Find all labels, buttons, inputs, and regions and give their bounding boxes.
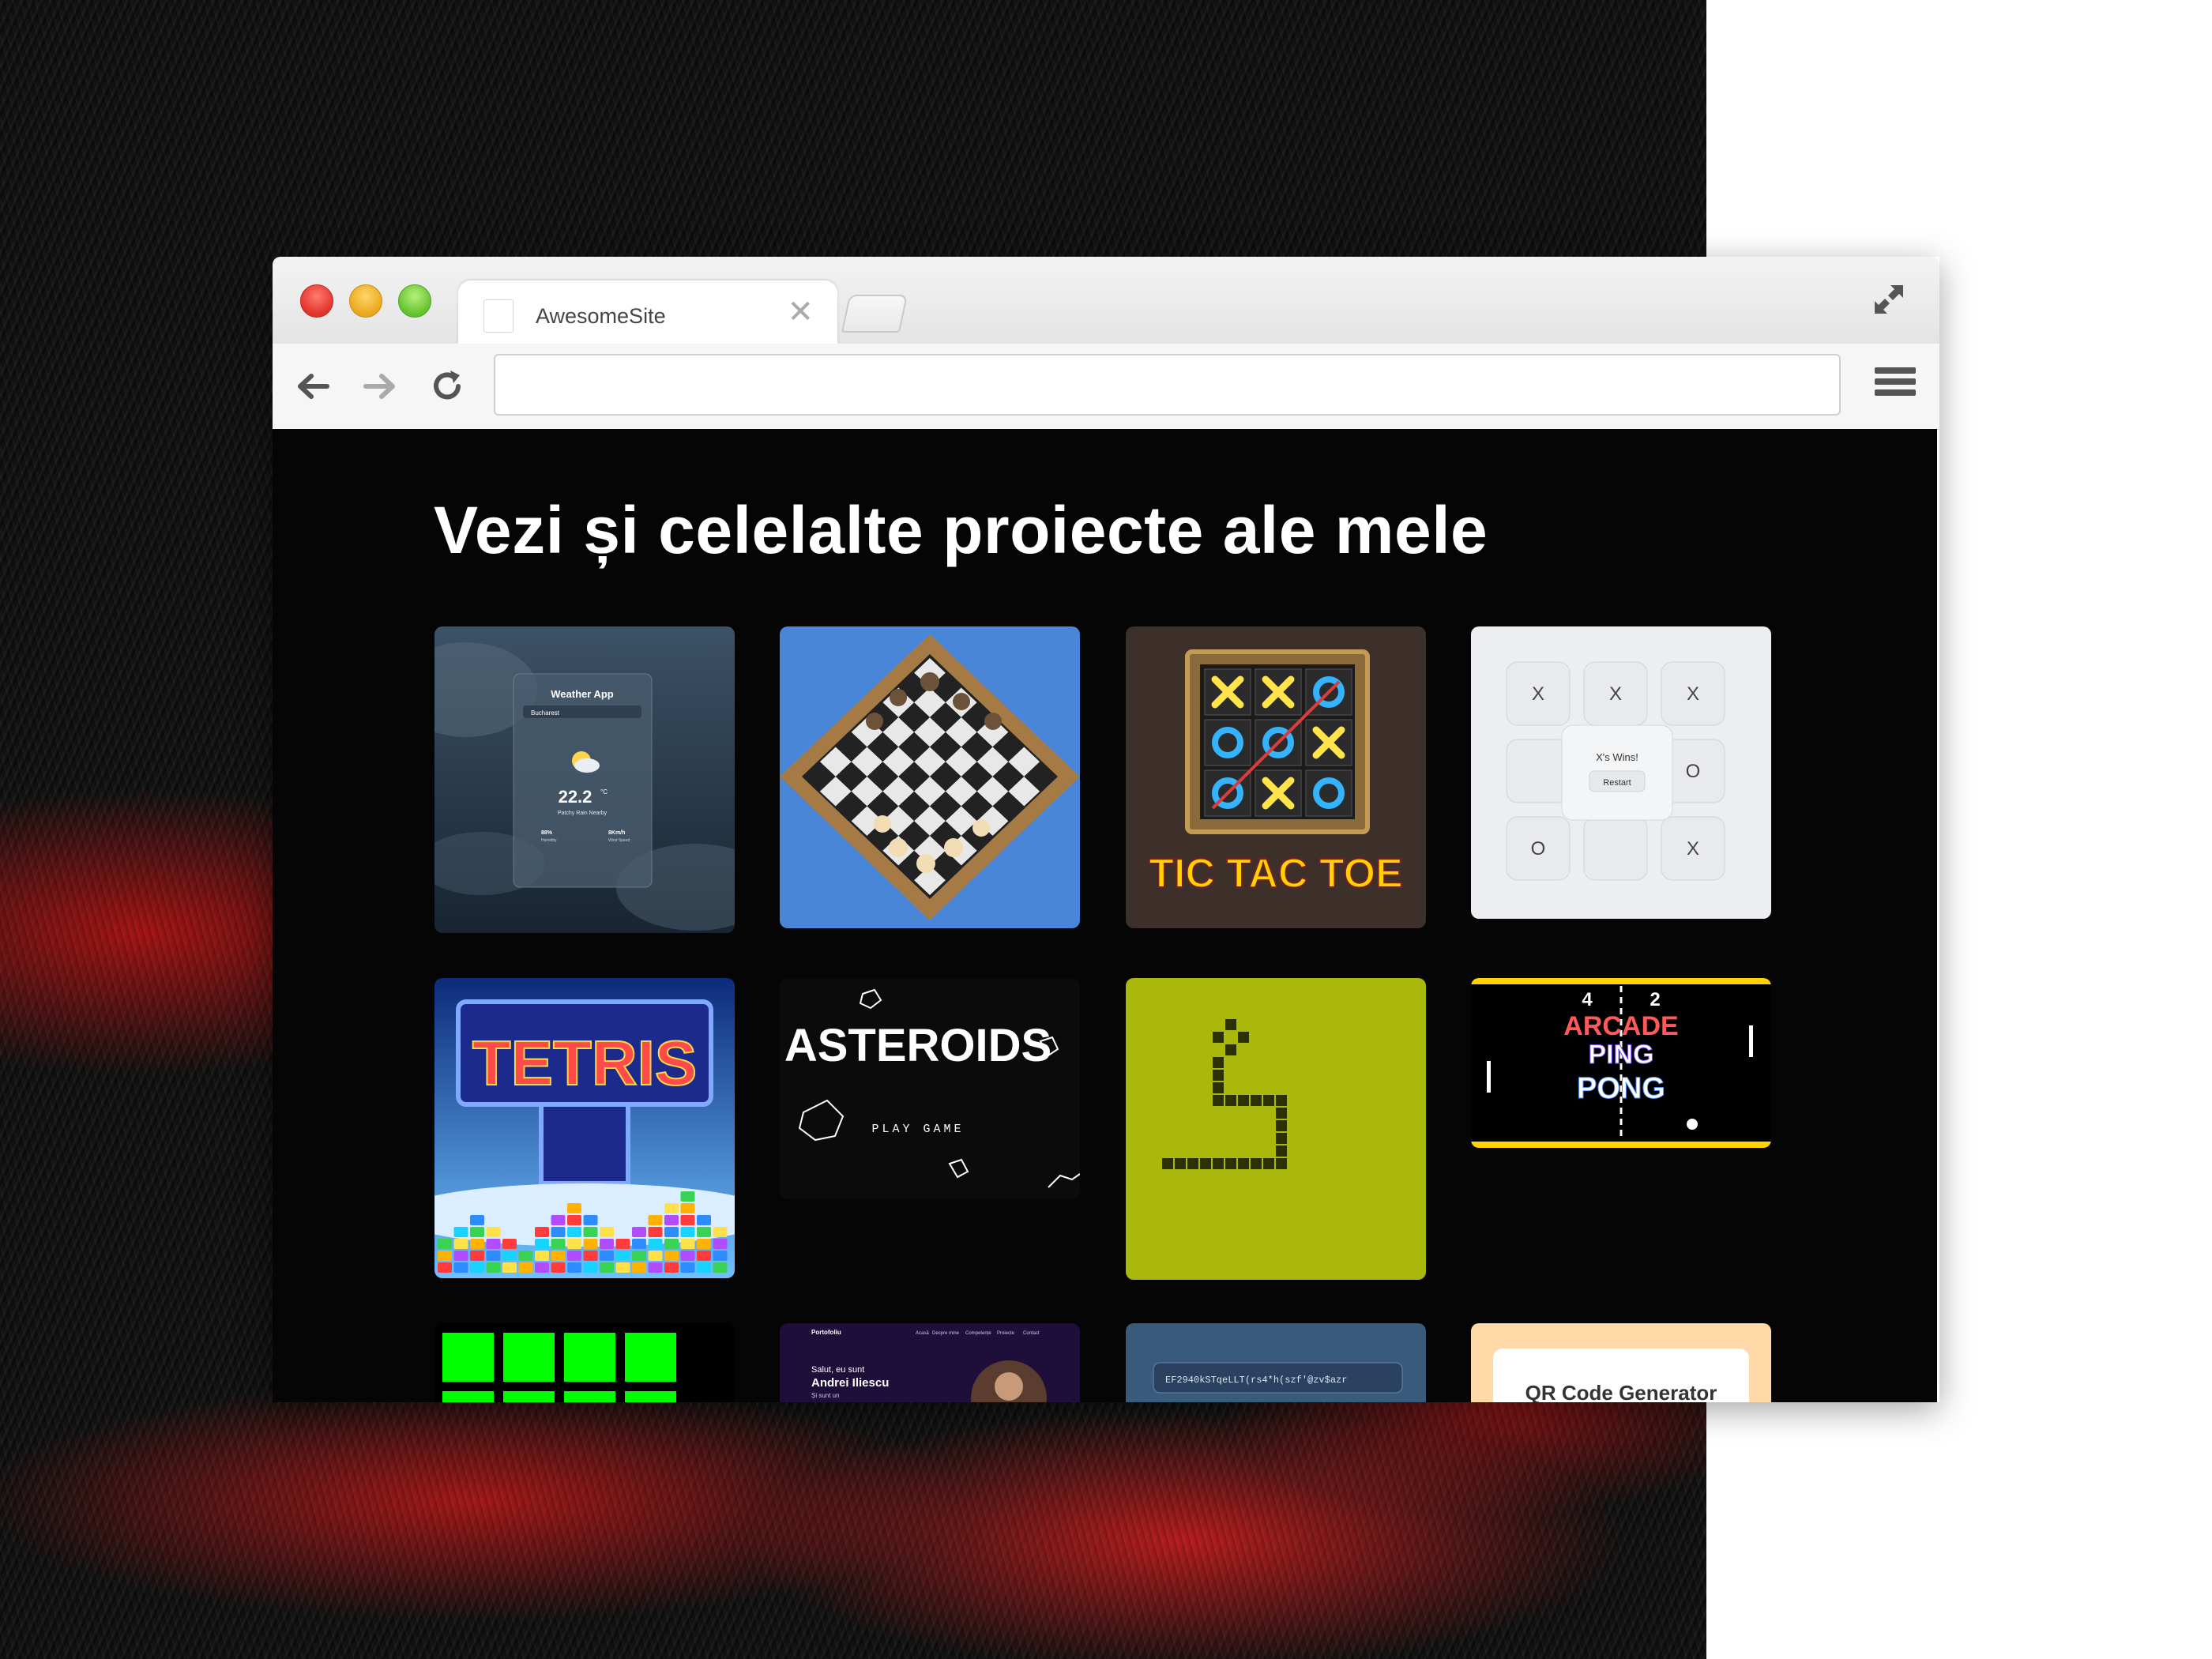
portfolio-nav-skills: Competențe — [965, 1331, 991, 1336]
tetris-title: TETRIS — [472, 1028, 697, 1098]
browser-toolbar — [273, 344, 1939, 430]
portfolio-thumbnail: Portofoliu Acasă Despre mine Competențe … — [780, 1323, 1080, 1402]
tic-tac-toe-neumorphic-thumbnail: X X X O O X X's Wins! Restart — [1471, 626, 1771, 919]
hamburger-menu-icon[interactable] — [1875, 367, 1916, 405]
project-card-portfolio[interactable]: Portofoliu Acasă Despre mine Competențe … — [780, 1323, 1080, 1402]
minimize-window-button[interactable] — [349, 284, 382, 318]
weather-location: Bucharest — [531, 709, 560, 717]
project-card-password-generator[interactable]: EF2940kSTqeLLT(rs4*h(szf'@zv$azr — [1126, 1323, 1426, 1402]
asteroids-title: ASTEROIDS — [784, 1020, 1051, 1071]
project-card-tic-tac-toe-neumorphic[interactable]: X X X O O X X's Wins! Restart — [1471, 626, 1771, 919]
fullscreen-icon[interactable] — [1870, 280, 1908, 318]
portfolio-sub: Și sunt un — [811, 1392, 840, 1399]
browser-titlebar: AwesomeSite ✕ — [273, 257, 1939, 344]
page-title: Vezi și celelalte proiecte ale mele — [434, 493, 1488, 567]
project-card-weather-app[interactable]: Weather App Bucharest 22.2 °C Patchy Rai… — [434, 626, 735, 933]
portfolio-greeting: Salut, eu sunt — [811, 1365, 864, 1375]
tab-close-icon[interactable]: ✕ — [787, 296, 814, 328]
reload-icon[interactable] — [427, 366, 468, 407]
svg-text:X: X — [1609, 683, 1622, 705]
close-window-button[interactable] — [300, 284, 333, 318]
browser-window: AwesomeSite ✕ Vezi și celelalte proiecte… — [273, 257, 1939, 1402]
svg-text:X: X — [1687, 838, 1699, 860]
project-card-snake[interactable] — [1126, 978, 1426, 1280]
ping-pong-line3: PONG — [1577, 1072, 1665, 1105]
snake-thumbnail — [1126, 978, 1426, 1280]
tic-tac-toe-thumbnail: TIC TAC TOE — [1126, 626, 1426, 928]
browser-tab[interactable]: AwesomeSite ✕ — [458, 280, 837, 344]
svg-text:O: O — [1531, 838, 1546, 860]
svg-text:X: X — [1532, 683, 1544, 705]
weather-condition: Patchy Rain Nearby — [558, 811, 608, 816]
qr-title: QR Code Generator — [1525, 1381, 1717, 1402]
new-tab-button[interactable] — [841, 295, 908, 333]
tetris-thumbnail: TETRIS — [434, 978, 735, 1278]
password-value: EF2940kSTqeLLT(rs4*h(szf'@zv$azr — [1165, 1375, 1347, 1386]
neumorphic-restart: Restart — [1603, 778, 1631, 788]
asteroids-cta: PLAY GAME — [871, 1123, 964, 1136]
tic-tac-toe-title: TIC TAC TOE — [1149, 851, 1403, 897]
weather-app-thumbnail: Weather App Bucharest 22.2 °C Patchy Rai… — [434, 626, 735, 933]
project-card-qr-code-generator[interactable]: QR Code Generator — [1471, 1323, 1771, 1402]
project-card-green-blocks[interactable] — [434, 1323, 735, 1402]
svg-text:O: O — [1686, 761, 1701, 782]
ping-pong-line2: PING — [1588, 1040, 1653, 1070]
page-viewport: Vezi și celelalte proiecte ale mele Weat… — [273, 429, 1937, 1402]
green-blocks-thumbnail — [434, 1323, 735, 1402]
project-card-chess[interactable] — [780, 626, 1080, 928]
page-favicon-icon — [483, 299, 514, 333]
neumorphic-message: X's Wins! — [1596, 751, 1638, 763]
project-card-tetris[interactable]: TETRIS — [434, 978, 735, 1278]
tab-title: AwesomeSite — [536, 304, 666, 328]
ping-pong-score-left: 4 — [1582, 989, 1593, 1010]
project-card-asteroids[interactable]: ASTEROIDS PLAY GAME — [780, 978, 1080, 1199]
qr-code-generator-thumbnail: QR Code Generator — [1471, 1323, 1771, 1402]
portfolio-nav-about: Despre mine — [932, 1331, 960, 1336]
maximize-window-button[interactable] — [398, 284, 431, 318]
portfolio-nav-contact: Contact — [1023, 1331, 1040, 1336]
weather-temperature: 22.2 — [559, 787, 592, 807]
portfolio-nav-projects: Proiecte — [997, 1331, 1015, 1336]
chess-thumbnail — [780, 626, 1080, 928]
weather-wind: 8Km/h — [608, 830, 625, 836]
back-arrow-icon[interactable] — [292, 366, 333, 407]
project-card-tic-tac-toe[interactable]: TIC TAC TOE — [1126, 626, 1426, 928]
weather-app-title: Weather App — [551, 688, 614, 700]
portfolio-brand: Portofoliu — [811, 1329, 841, 1336]
weather-humidity: 88% — [541, 830, 553, 836]
address-bar-input[interactable] — [494, 354, 1841, 416]
weather-unit: °C — [600, 788, 608, 796]
ping-pong-score-right: 2 — [1650, 989, 1660, 1010]
asteroids-thumbnail: ASTEROIDS PLAY GAME — [780, 978, 1080, 1199]
svg-text:X: X — [1687, 683, 1699, 705]
ping-pong-line1: ARCADE — [1563, 1011, 1678, 1041]
ping-pong-thumbnail: 4 2 ARCADE PING PONG — [1471, 978, 1771, 1148]
project-card-ping-pong[interactable]: 4 2 ARCADE PING PONG — [1471, 978, 1771, 1148]
password-generator-thumbnail: EF2940kSTqeLLT(rs4*h(szf'@zv$azr — [1126, 1323, 1426, 1402]
weather-humidity-label: Humidity — [541, 838, 557, 843]
forward-arrow-icon[interactable] — [359, 366, 401, 407]
portfolio-name: Andrei Iliescu — [811, 1376, 889, 1390]
portfolio-nav-home: Acasă — [916, 1331, 929, 1336]
weather-wind-label: Wind Speed — [608, 838, 630, 843]
